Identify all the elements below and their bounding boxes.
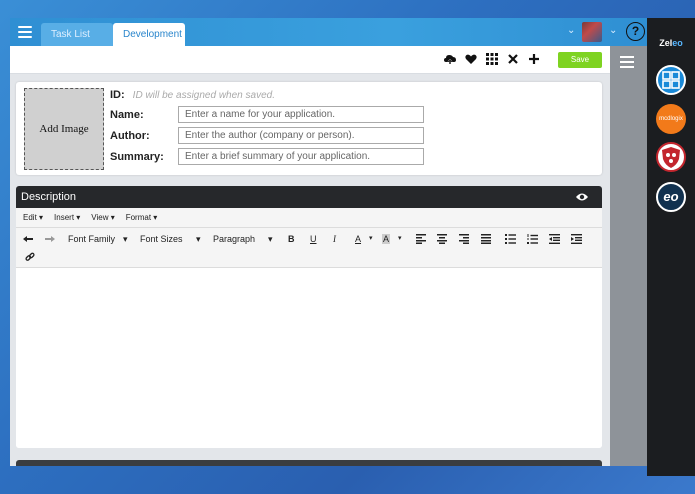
summary-row: Summary: bbox=[110, 148, 424, 165]
chevron-down-icon[interactable]: ▾ bbox=[123, 234, 128, 245]
summary-label: Summary: bbox=[110, 150, 164, 163]
app-info-card: Add Image ID: ID will be assigned when s… bbox=[16, 82, 602, 175]
grid-app-icon[interactable] bbox=[656, 65, 686, 95]
id-label: ID: bbox=[110, 89, 125, 101]
link-icon[interactable] bbox=[25, 252, 35, 264]
editor-toolbar: Font Family ▾ Font Sizes ▾ Paragraph ▾ B… bbox=[16, 228, 602, 268]
chevron-down-icon[interactable]: ⌄ bbox=[567, 25, 575, 36]
avatar[interactable] bbox=[582, 22, 602, 42]
menu-view[interactable]: View ▾ bbox=[91, 213, 114, 222]
font-family-select[interactable]: Font Family bbox=[68, 234, 115, 244]
text-color-button[interactable]: A bbox=[355, 234, 361, 244]
description-header: Description bbox=[16, 186, 602, 208]
close-icon[interactable] bbox=[507, 53, 519, 65]
add-image-button[interactable]: Add Image bbox=[24, 88, 104, 170]
paragraph-select[interactable]: Paragraph bbox=[213, 234, 255, 244]
name-label: Name: bbox=[110, 108, 144, 121]
menu-icon[interactable] bbox=[18, 26, 32, 38]
zeleo-suffix: eo bbox=[672, 38, 683, 48]
align-center-icon[interactable] bbox=[437, 234, 447, 246]
toolbar: Save bbox=[10, 46, 610, 74]
menu-edit[interactable]: Edit ▾ bbox=[23, 213, 43, 222]
side-menu-icon[interactable] bbox=[620, 56, 634, 68]
id-hint: ID will be assigned when saved. bbox=[132, 89, 275, 101]
chevron-down-icon[interactable]: ⌄ bbox=[609, 25, 617, 36]
bg-color-button[interactable]: A bbox=[382, 234, 391, 244]
mcdlogix-app-icon[interactable]: mcdlogix bbox=[656, 104, 686, 134]
menu-format[interactable]: Format ▾ bbox=[126, 213, 158, 222]
outdent-icon[interactable] bbox=[549, 234, 560, 246]
side-panel bbox=[610, 46, 647, 466]
summary-input[interactable] bbox=[178, 148, 424, 165]
main-content: Save Add Image ID: ID will be assigned w… bbox=[10, 46, 610, 466]
redo-icon[interactable] bbox=[45, 234, 55, 246]
italic-button[interactable]: I bbox=[333, 234, 336, 244]
description-editor[interactable] bbox=[16, 268, 602, 448]
description-title: Description bbox=[21, 191, 77, 203]
id-row: ID: ID will be assigned when saved. bbox=[110, 89, 275, 101]
author-label: Author: bbox=[110, 129, 150, 142]
top-bar: Task List (0) Development ⌄ ⌄ ? bbox=[10, 18, 647, 63]
upload-cloud-icon[interactable] bbox=[444, 53, 456, 65]
chevron-down-icon[interactable]: ▾ bbox=[268, 234, 273, 245]
chevron-down-icon[interactable]: ▾ bbox=[369, 234, 373, 242]
zeleo-prefix: Zel bbox=[659, 38, 673, 48]
menu-insert[interactable]: Insert ▾ bbox=[54, 213, 80, 222]
next-section-header bbox=[16, 460, 602, 466]
align-right-icon[interactable] bbox=[459, 234, 469, 246]
numbered-list-icon[interactable] bbox=[527, 234, 538, 246]
name-row: Name: bbox=[110, 106, 424, 123]
undo-icon[interactable] bbox=[23, 234, 33, 246]
eye-icon[interactable] bbox=[576, 186, 588, 216]
user-area: ⌄ ⌄ ? bbox=[537, 18, 647, 46]
author-row: Author: bbox=[110, 127, 424, 144]
underline-button[interactable]: U bbox=[310, 234, 317, 244]
grid-icon[interactable] bbox=[486, 53, 498, 65]
tab-task-list[interactable]: Task List (0) bbox=[41, 23, 113, 63]
tab-development[interactable]: Development bbox=[113, 23, 185, 46]
editor-menubar: Edit ▾ Insert ▾ View ▾ Format ▾ bbox=[16, 208, 602, 228]
author-input[interactable] bbox=[178, 127, 424, 144]
save-button[interactable]: Save bbox=[558, 52, 602, 68]
align-left-icon[interactable] bbox=[416, 234, 426, 246]
indent-icon[interactable] bbox=[571, 234, 582, 246]
shield-icon bbox=[662, 147, 680, 168]
zeleo-logo[interactable]: Zeleo bbox=[656, 28, 686, 58]
description-panel: Description Edit ▾ Insert ▾ View ▾ Forma… bbox=[16, 186, 602, 448]
chevron-down-icon[interactable]: ▾ bbox=[398, 234, 402, 242]
shield-app-icon[interactable] bbox=[656, 142, 686, 172]
chevron-down-icon[interactable]: ▾ bbox=[196, 234, 201, 245]
grid-icon bbox=[662, 71, 680, 89]
align-justify-icon[interactable] bbox=[481, 234, 491, 246]
app-rail: Zeleo mcdlogix eo bbox=[647, 18, 695, 476]
font-sizes-select[interactable]: Font Sizes bbox=[140, 234, 183, 244]
name-input[interactable] bbox=[178, 106, 424, 123]
plus-icon[interactable] bbox=[528, 53, 540, 65]
bold-button[interactable]: B bbox=[288, 234, 295, 244]
bullet-list-icon[interactable] bbox=[505, 234, 516, 246]
eo-app-icon[interactable]: eo bbox=[656, 182, 686, 212]
heart-icon[interactable] bbox=[465, 53, 477, 65]
help-icon[interactable]: ? bbox=[626, 22, 645, 41]
